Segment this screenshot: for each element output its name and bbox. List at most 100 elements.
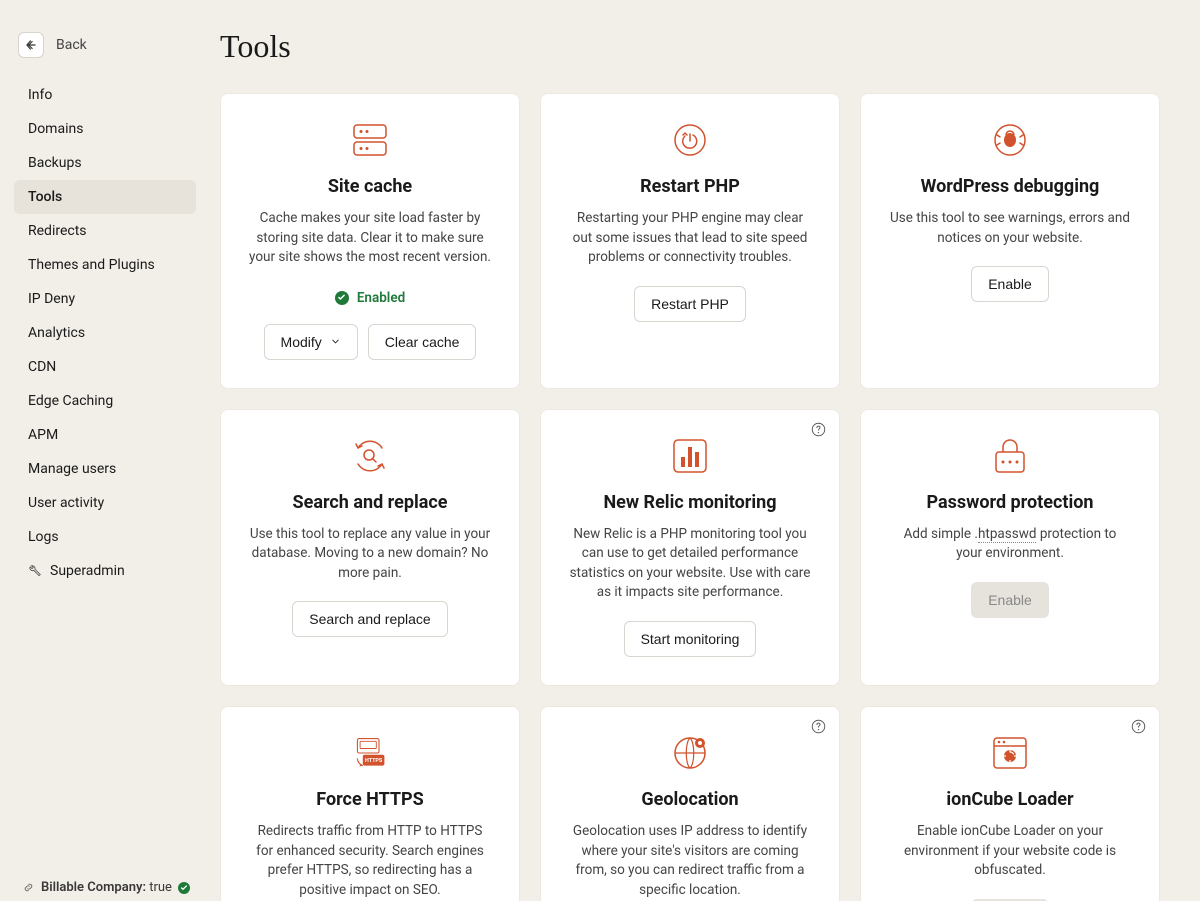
sidebar-item-label: Domains [28,121,83,137]
sidebar-item-label: Superadmin [50,563,125,579]
sidebar: Back Info Domains Backups Tools Redirect… [0,0,210,901]
sidebar-item-label: Backups [28,155,82,171]
card-wp-debugging: WordPress debugging Use this tool to see… [860,93,1160,389]
card-title: Site cache [328,176,412,197]
sidebar-item-analytics[interactable]: Analytics [14,316,196,350]
sidebar-item-manage-users[interactable]: Manage users [14,452,196,486]
enable-button[interactable]: Enable [971,266,1049,302]
card-site-cache: Site cache Cache makes your site load fa… [220,93,520,389]
button-label: Search and replace [309,611,430,627]
card-force-https: HTTP HTTPS Force HTTPS Redirects traffic… [220,706,520,901]
sidebar-item-label: APM [28,427,58,443]
lock-icon [992,438,1028,474]
restart-icon [672,122,708,158]
main-content: Tools Site cache Cache makes your site l… [220,0,1200,901]
sidebar-item-label: User activity [28,495,104,511]
card-desc: Use this tool to see warnings, errors an… [889,209,1131,248]
help-icon[interactable] [811,719,827,735]
sidebar-item-label: Themes and Plugins [28,257,155,273]
https-icon: HTTP HTTPS [352,735,388,771]
sidebar-item-superadmin[interactable]: Superadmin [14,554,196,588]
card-desc: Use this tool to replace any value in yo… [249,525,491,584]
card-desc: Cache makes your site load faster by sto… [249,209,491,268]
billable-label: Billable Company: [41,880,146,895]
billable-company: Billable Company: true [22,880,190,895]
wrench-icon [28,564,42,578]
page-title: Tools [220,28,1160,65]
clear-cache-button[interactable]: Clear cache [368,324,477,360]
button-label: Modify [281,334,322,350]
search-refresh-icon [352,438,388,474]
sidebar-item-logs[interactable]: Logs [14,520,196,554]
sidebar-nav: Info Domains Backups Tools Redirects The… [14,78,196,588]
card-title: Password protection [927,492,1094,513]
sidebar-item-info[interactable]: Info [14,78,196,112]
status-badge: Enabled [335,290,405,306]
card-title: ionCube Loader [946,789,1073,810]
card-actions: Restart PHP [634,286,746,322]
loader-window-icon [992,735,1028,771]
button-label: Enable [988,276,1032,292]
sidebar-item-cdn[interactable]: CDN [14,350,196,384]
tools-grid: Site cache Cache makes your site load fa… [220,93,1160,901]
check-icon [335,291,349,305]
sidebar-item-label: Tools [28,189,62,205]
card-actions: Start monitoring [624,621,757,657]
button-label: Restart PHP [651,296,729,312]
svg-text:HTTP: HTTP [361,743,375,749]
sidebar-item-themes-plugins[interactable]: Themes and Plugins [14,248,196,282]
sidebar-item-label: Analytics [28,325,85,341]
card-title: Restart PHP [640,176,740,197]
sidebar-item-label: Redirects [28,223,87,239]
sidebar-item-ip-deny[interactable]: IP Deny [14,282,196,316]
button-label: Start monitoring [641,631,740,647]
card-restart-php: Restart PHP Restarting your PHP engine m… [540,93,840,389]
card-desc: Enable ionCube Loader on your environmen… [889,822,1131,881]
arrow-left-icon [24,38,38,52]
modify-button[interactable]: Modify [264,324,358,360]
card-actions: Modify Clear cache [264,324,477,360]
button-label: Clear cache [385,334,460,350]
svg-text:HTTPS: HTTPS [365,758,383,764]
card-actions: Enable [971,582,1049,618]
sidebar-item-tools[interactable]: Tools [14,180,196,214]
billable-value: true [149,880,172,895]
card-desc: Geolocation uses IP address to identify … [569,822,811,900]
help-icon[interactable] [811,422,827,438]
start-monitoring-button[interactable]: Start monitoring [624,621,757,657]
card-desc: Add simple .htpasswd protection to your … [889,525,1131,564]
bug-icon [992,122,1028,158]
sidebar-item-label: Manage users [28,461,116,477]
enable-button: Enable [971,582,1049,618]
search-replace-button[interactable]: Search and replace [292,601,447,637]
check-icon [178,882,190,894]
button-label: Enable [988,592,1032,608]
sidebar-item-apm[interactable]: APM [14,418,196,452]
chevron-down-icon [330,336,341,347]
card-ioncube: ionCube Loader Enable ionCube Loader on … [860,706,1160,901]
back-button[interactable] [18,32,44,58]
card-title: WordPress debugging [921,176,1100,197]
card-title: Force HTTPS [316,789,423,810]
card-desc: Restarting your PHP engine may clear out… [569,209,811,268]
card-title: New Relic monitoring [603,492,776,513]
server-icon [352,122,388,158]
restart-php-button[interactable]: Restart PHP [634,286,746,322]
sidebar-item-edge-caching[interactable]: Edge Caching [14,384,196,418]
back-label: Back [56,37,87,53]
status-text: Enabled [357,290,405,306]
sidebar-item-backups[interactable]: Backups [14,146,196,180]
sidebar-item-domains[interactable]: Domains [14,112,196,146]
help-icon[interactable] [1131,719,1147,735]
card-actions: Search and replace [292,601,447,637]
back-row: Back [14,28,196,78]
card-search-replace: Search and replace Use this tool to repl… [220,409,520,686]
globe-pin-icon [672,735,708,771]
sidebar-item-label: IP Deny [28,291,75,307]
card-title: Geolocation [641,789,738,810]
sidebar-item-label: Info [28,87,52,103]
sidebar-item-redirects[interactable]: Redirects [14,214,196,248]
sidebar-item-user-activity[interactable]: User activity [14,486,196,520]
card-desc: New Relic is a PHP monitoring tool you c… [569,525,811,603]
card-title: Search and replace [293,492,448,513]
